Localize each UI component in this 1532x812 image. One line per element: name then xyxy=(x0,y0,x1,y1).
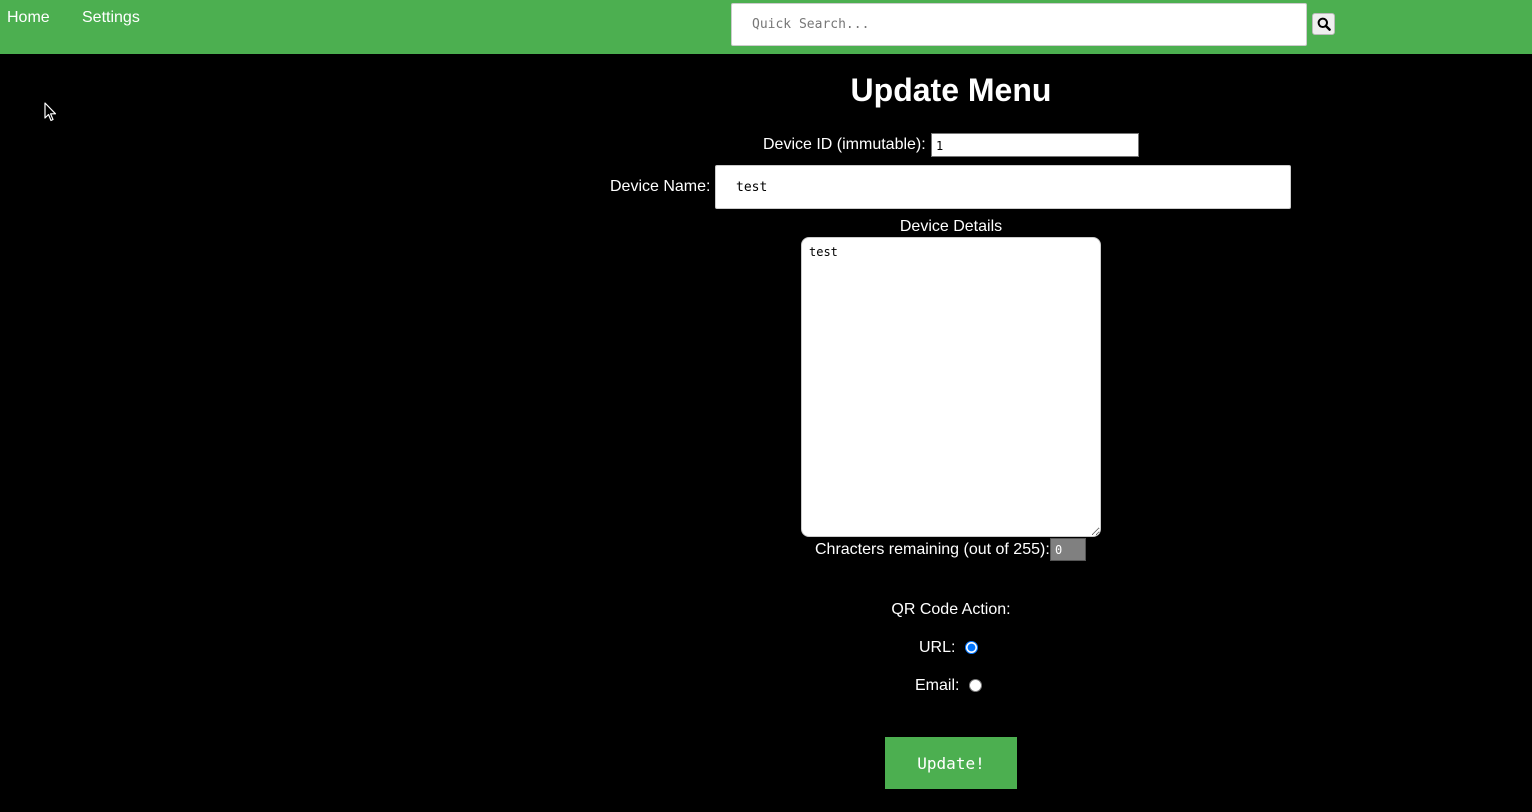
qr-email-label: Email: xyxy=(915,677,960,694)
nav-settings-link[interactable]: Settings xyxy=(82,9,140,27)
top-navbar: Home Settings xyxy=(0,0,1532,54)
device-details-textarea[interactable]: test xyxy=(801,237,1101,537)
device-name-input[interactable] xyxy=(715,165,1291,209)
quick-search-input[interactable] xyxy=(731,3,1307,46)
device-details-label: Device Details xyxy=(899,218,1003,235)
search-icon xyxy=(1317,17,1331,31)
page-title: Update Menu xyxy=(850,72,1052,108)
nav-home-link[interactable]: Home xyxy=(7,9,50,27)
qr-url-label: URL: xyxy=(919,639,956,656)
device-id-input[interactable] xyxy=(931,133,1139,157)
chars-remaining-label: Chracters remaining (out of 255): xyxy=(815,541,1050,558)
update-button[interactable]: Update! xyxy=(885,737,1017,789)
device-name-label: Device Name: xyxy=(610,178,711,195)
device-id-label: Device ID (immutable): xyxy=(763,136,926,153)
qr-email-radio[interactable] xyxy=(969,679,982,692)
qr-url-radio[interactable] xyxy=(965,641,978,654)
qr-action-label: QR Code Action: xyxy=(891,601,1011,618)
chars-remaining-counter xyxy=(1050,538,1086,561)
search-button[interactable] xyxy=(1312,13,1335,35)
